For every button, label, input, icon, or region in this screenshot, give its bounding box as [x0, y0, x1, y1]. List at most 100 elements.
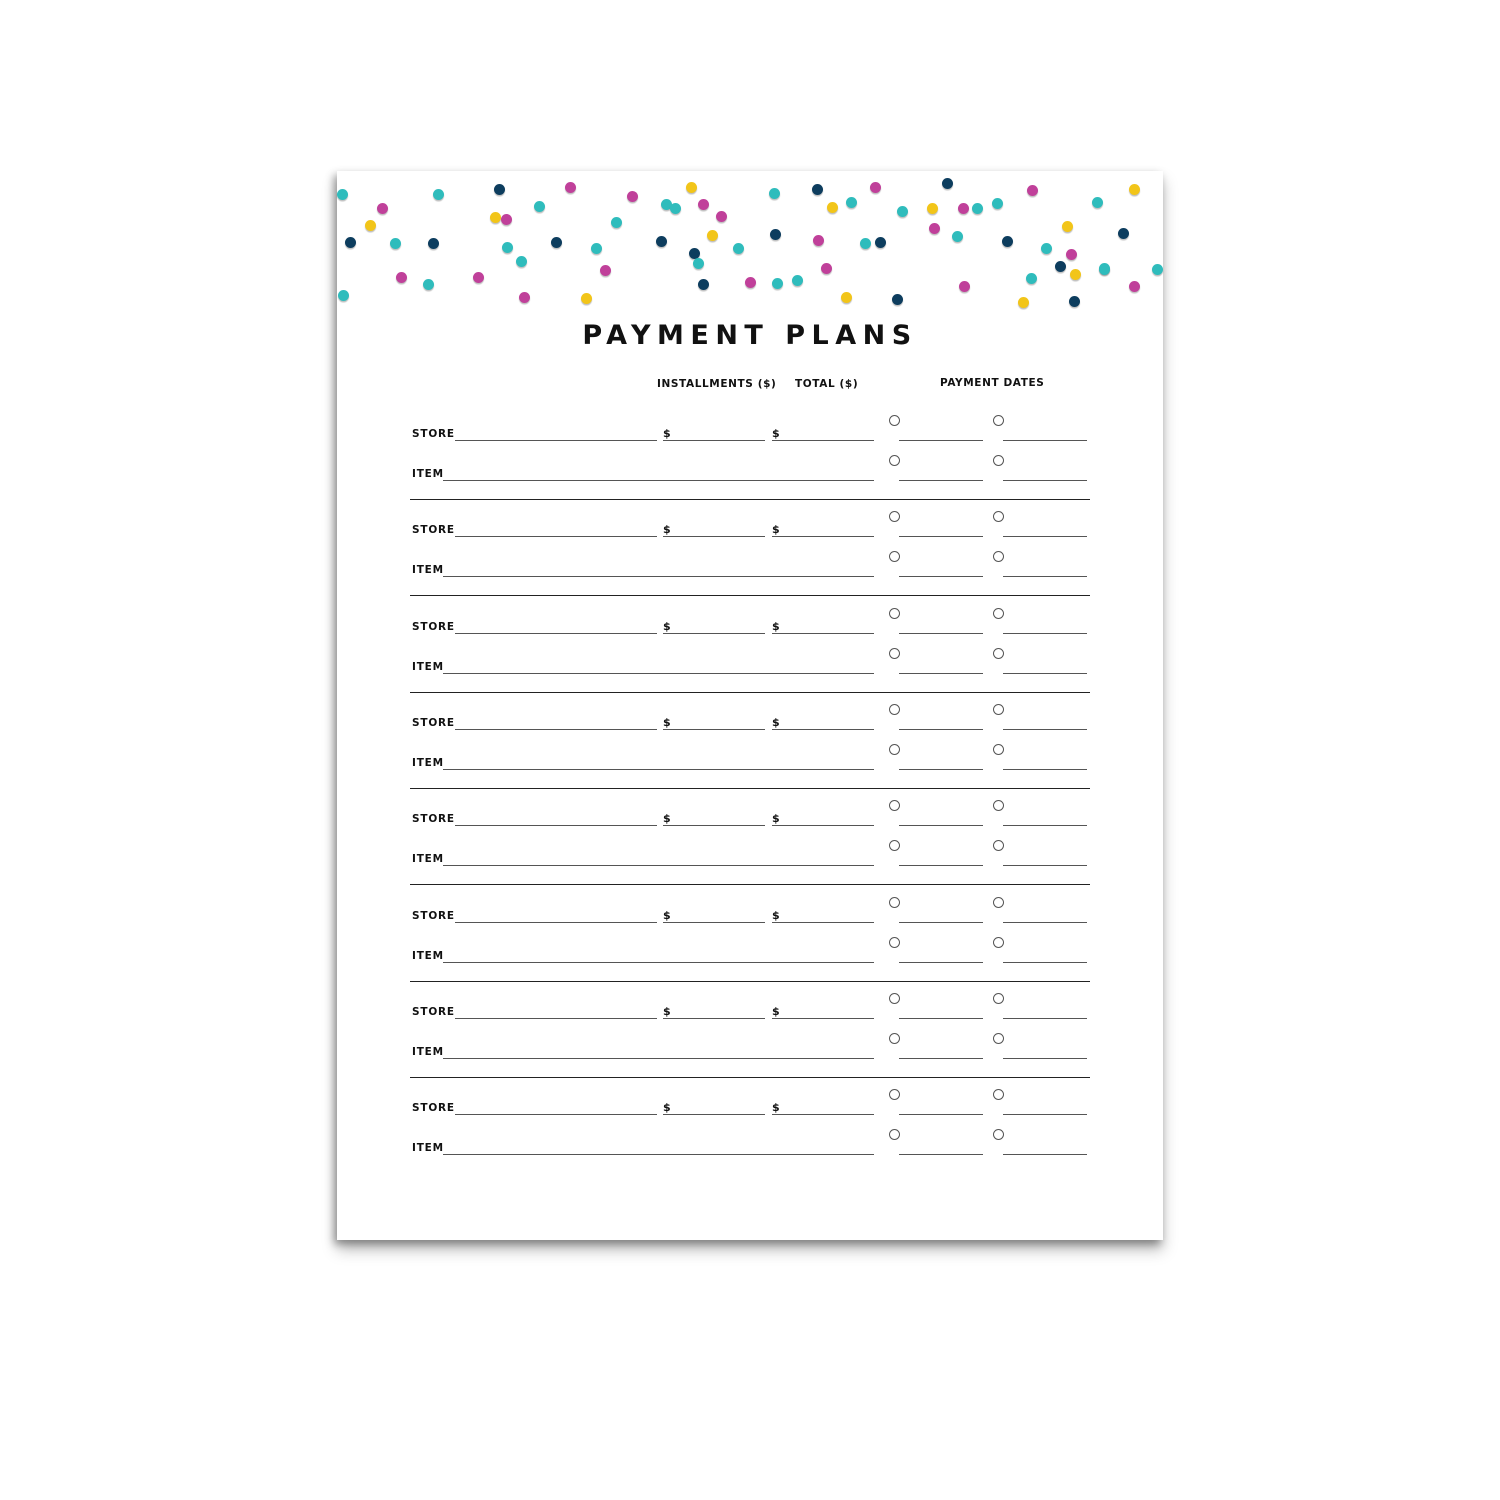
store-field[interactable] — [455, 536, 657, 538]
payment-date-field[interactable] — [899, 1154, 983, 1156]
installments-field[interactable] — [663, 1114, 765, 1116]
payment-date-field[interactable] — [899, 440, 983, 441]
payment-date-field[interactable] — [1003, 672, 1087, 674]
payment-date-field[interactable] — [1003, 921, 1087, 923]
store-field[interactable] — [455, 728, 657, 730]
payment-date-field[interactable] — [899, 825, 983, 827]
payment-date-field[interactable] — [899, 536, 983, 538]
total-field[interactable] — [772, 825, 874, 827]
payment-date-checkbox[interactable] — [889, 896, 900, 908]
payment-date-checkbox[interactable] — [993, 455, 1004, 466]
payment-date-field[interactable] — [1003, 1057, 1087, 1059]
item-field[interactable] — [443, 1057, 874, 1059]
payment-date-field[interactable] — [1003, 1017, 1087, 1019]
installments-field[interactable] — [663, 536, 765, 538]
payment-date-field[interactable] — [899, 672, 983, 674]
payment-date-checkbox[interactable] — [993, 1089, 1004, 1101]
total-field[interactable] — [772, 440, 874, 441]
store-field[interactable] — [455, 1114, 657, 1116]
payment-date-field[interactable] — [1003, 865, 1087, 867]
payment-date-field[interactable] — [1003, 480, 1087, 481]
payment-date-field[interactable] — [899, 632, 983, 634]
installments-field[interactable] — [663, 440, 765, 441]
payment-date-checkbox[interactable] — [889, 511, 900, 523]
payment-date-checkbox[interactable] — [993, 415, 1004, 426]
installments-field[interactable] — [663, 921, 765, 923]
total-field[interactable] — [772, 728, 874, 730]
payment-date-field[interactable] — [1003, 768, 1087, 770]
payment-date-field[interactable] — [899, 1114, 983, 1116]
payment-date-field[interactable] — [1003, 961, 1087, 963]
payment-date-checkbox[interactable] — [993, 647, 1004, 659]
payment-date-checkbox[interactable] — [889, 1129, 900, 1141]
item-field[interactable] — [443, 768, 874, 770]
installments-field[interactable] — [663, 632, 765, 634]
payment-date-field[interactable] — [899, 480, 983, 481]
confetti-dot-yellow — [841, 292, 852, 303]
total-field[interactable] — [772, 1114, 874, 1116]
installments-field[interactable] — [663, 825, 765, 827]
payment-date-checkbox[interactable] — [889, 840, 900, 852]
total-field[interactable] — [772, 632, 874, 634]
payment-date-checkbox[interactable] — [993, 800, 1004, 812]
payment-date-checkbox[interactable] — [993, 511, 1004, 523]
payment-date-checkbox[interactable] — [889, 992, 900, 1004]
total-field[interactable] — [772, 921, 874, 923]
store-field[interactable] — [455, 632, 657, 634]
payment-date-field[interactable] — [899, 961, 983, 963]
payment-date-checkbox[interactable] — [889, 415, 900, 426]
store-field[interactable] — [455, 440, 657, 441]
payment-date-field[interactable] — [899, 768, 983, 770]
payment-date-checkbox[interactable] — [889, 607, 900, 619]
payment-date-field[interactable] — [1003, 1154, 1087, 1156]
installments-field[interactable] — [663, 1017, 765, 1019]
payment-date-checkbox[interactable] — [993, 992, 1004, 1004]
total-field[interactable] — [772, 1017, 874, 1019]
payment-date-checkbox[interactable] — [993, 743, 1004, 755]
payment-date-checkbox[interactable] — [889, 703, 900, 715]
item-field[interactable] — [443, 865, 874, 867]
store-field[interactable] — [455, 921, 657, 923]
store-field[interactable] — [455, 1017, 657, 1019]
payment-date-field[interactable] — [1003, 440, 1087, 441]
payment-date-checkbox[interactable] — [993, 703, 1004, 715]
payment-date-checkbox[interactable] — [889, 455, 900, 466]
payment-date-field[interactable] — [899, 1017, 983, 1019]
item-field[interactable] — [443, 672, 874, 674]
payment-date-checkbox[interactable] — [889, 743, 900, 755]
payment-date-checkbox[interactable] — [889, 936, 900, 948]
confetti-dot-yellow — [707, 230, 718, 241]
item-field[interactable] — [443, 961, 874, 963]
payment-date-checkbox[interactable] — [889, 1032, 900, 1044]
item-field[interactable] — [443, 480, 874, 481]
payment-date-field[interactable] — [899, 728, 983, 730]
payment-date-checkbox[interactable] — [993, 896, 1004, 908]
confetti-dot-yellow — [686, 182, 697, 193]
payment-date-checkbox[interactable] — [889, 551, 900, 563]
payment-date-checkbox[interactable] — [993, 607, 1004, 619]
payment-date-checkbox[interactable] — [889, 800, 900, 812]
payment-date-field[interactable] — [1003, 632, 1087, 634]
payment-date-checkbox[interactable] — [889, 647, 900, 659]
payment-date-field[interactable] — [899, 921, 983, 923]
total-field[interactable] — [772, 536, 874, 538]
payment-date-checkbox[interactable] — [993, 936, 1004, 948]
payment-date-checkbox[interactable] — [889, 1089, 900, 1101]
installments-field[interactable] — [663, 728, 765, 730]
item-field[interactable] — [443, 1154, 874, 1156]
payment-date-field[interactable] — [1003, 576, 1087, 578]
item-field[interactable] — [443, 576, 874, 578]
payment-date-field[interactable] — [1003, 728, 1087, 730]
store-field[interactable] — [455, 825, 657, 827]
payment-date-field[interactable] — [1003, 825, 1087, 827]
payment-date-checkbox[interactable] — [993, 1032, 1004, 1044]
payment-date-field[interactable] — [899, 576, 983, 578]
payment-date-field[interactable] — [899, 865, 983, 867]
payment-date-checkbox[interactable] — [993, 551, 1004, 563]
payment-date-checkbox[interactable] — [993, 1129, 1004, 1141]
payment-date-field[interactable] — [1003, 1114, 1087, 1116]
payment-date-checkbox[interactable] — [993, 840, 1004, 852]
payment-date-field[interactable] — [899, 1057, 983, 1059]
confetti-dot-navy — [1002, 236, 1013, 247]
payment-date-field[interactable] — [1003, 536, 1087, 538]
